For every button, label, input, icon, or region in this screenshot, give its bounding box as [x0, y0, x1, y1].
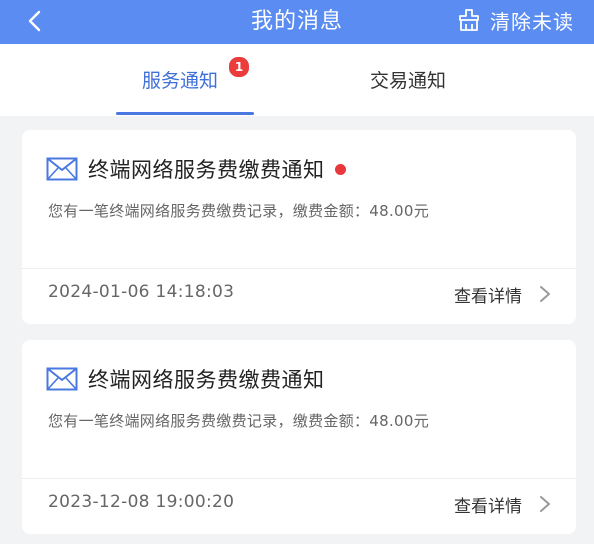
clear-unread-label: 清除未读 [490, 9, 574, 34]
message-description: 您有一笔终端网络服务费缴费记录，缴费金额：48.00元 [48, 202, 430, 220]
message-title-row: 终端网络服务费缴费通知 [46, 154, 346, 184]
chevron-right-icon [540, 286, 550, 302]
view-details-link[interactable]: 查看详情 [454, 490, 552, 518]
message-title: 终端网络服务费缴费通知 [88, 368, 325, 392]
card-divider [22, 268, 576, 269]
message-card[interactable]: 终端网络服务费缴费通知 您有一笔终端网络服务费缴费记录，缴费金额：48.00元 … [22, 130, 576, 324]
unread-dot [334, 163, 346, 175]
view-details-label: 查看详情 [454, 496, 522, 517]
active-tab-indicator [116, 112, 254, 115]
message-timestamp: 2024-01-06 14:18:03 [48, 282, 235, 302]
view-details-label: 查看详情 [454, 286, 522, 307]
tab-service-notifications[interactable]: 服务通知 [142, 66, 218, 96]
message-title: 终端网络服务费缴费通知 [88, 158, 325, 182]
clear-unread-button[interactable]: 清除未读 [456, 4, 574, 36]
top-bar: 我的消息 清除未读 [0, 0, 594, 44]
message-timestamp: 2023-12-08 19:00:20 [48, 492, 235, 512]
message-card[interactable]: 终端网络服务费缴费通知 您有一笔终端网络服务费缴费记录，缴费金额：48.00元 … [22, 340, 576, 534]
chevron-right-icon [540, 496, 550, 512]
tab-bar: 服务通知 1 交易通知 [0, 44, 594, 116]
card-divider [22, 478, 576, 479]
message-title-row: 终端网络服务费缴费通知 [46, 364, 325, 394]
tab-transaction-notifications[interactable]: 交易通知 [370, 66, 446, 96]
envelope-icon [46, 367, 78, 391]
view-details-link[interactable]: 查看详情 [454, 280, 552, 308]
message-description: 您有一笔终端网络服务费缴费记录，缴费金额：48.00元 [48, 412, 430, 430]
broom-icon [459, 9, 479, 31]
envelope-icon [46, 157, 78, 181]
unread-count-badge: 1 [228, 56, 250, 78]
